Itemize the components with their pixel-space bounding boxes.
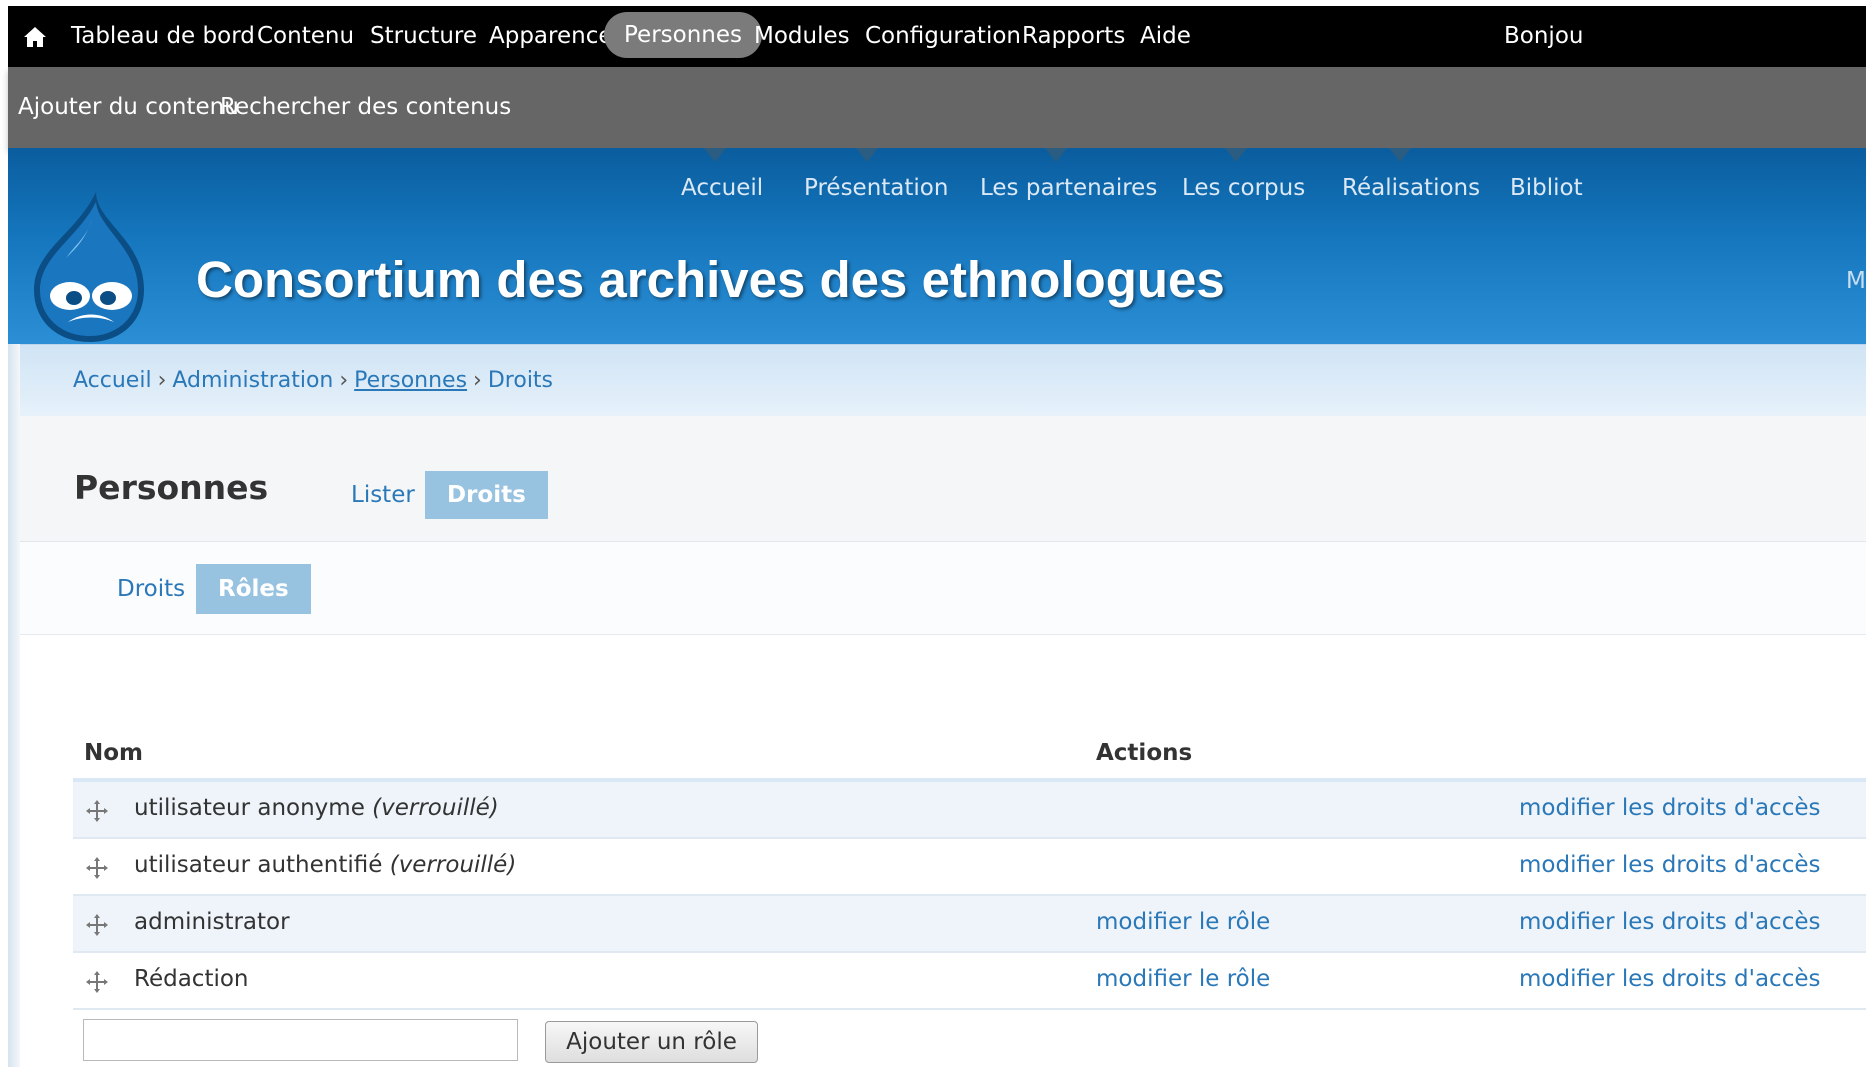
breadcrumb-separator: › xyxy=(473,368,482,393)
edit-permissions-link[interactable]: modifier les droits d'accès xyxy=(1519,795,1820,821)
toolbar-item-tableau-de-bord[interactable]: Tableau de bord xyxy=(71,6,255,67)
shortcuts-bar: Ajouter du contenu Rechercher des conten… xyxy=(8,67,1866,148)
role-name: administrator xyxy=(134,909,290,935)
subtab-roles[interactable]: Rôles xyxy=(196,564,311,614)
breadcrumb: Accueil › Administration › Personnes › Droits xyxy=(20,344,1866,416)
breadcrumb-personnes[interactable]: Personnes xyxy=(354,368,467,393)
main-nav-partenaires[interactable]: Les partenaires xyxy=(980,170,1157,206)
home-icon-glyph xyxy=(24,27,46,47)
toolbar-item-aide[interactable]: Aide xyxy=(1140,6,1191,67)
drag-handle-icon[interactable] xyxy=(85,856,109,880)
role-name-text: utilisateur anonyme xyxy=(134,795,365,821)
breadcrumb-separator: › xyxy=(157,368,167,393)
breadcrumb-separator: › xyxy=(339,368,349,393)
breadcrumb-home[interactable]: Accueil xyxy=(73,368,152,393)
tab-lister[interactable]: Lister xyxy=(329,471,437,519)
breadcrumb-administration[interactable]: Administration xyxy=(172,368,333,393)
edit-permissions-link[interactable]: modifier les droits d'accès xyxy=(1519,852,1820,878)
add-role-row: Ajouter un rôle xyxy=(73,1010,1866,1067)
shortcut-search-content[interactable]: Rechercher des contenus xyxy=(220,67,511,147)
page-title: Personnes xyxy=(74,468,269,507)
toolbar-item-personnes[interactable]: Personnes xyxy=(604,12,762,58)
main-nav-bibliotheque[interactable]: Bibliot xyxy=(1510,170,1583,206)
header-edge-text: M xyxy=(1846,268,1866,294)
user-greeting[interactable]: Bonjou xyxy=(1504,6,1583,67)
drag-handle-icon[interactable] xyxy=(85,913,109,937)
add-role-button[interactable]: Ajouter un rôle xyxy=(545,1021,758,1063)
toolbar-item-configuration[interactable]: Configuration xyxy=(865,6,1021,67)
main-nav-realisations[interactable]: Réalisations xyxy=(1342,170,1480,206)
table-row: administrator modifier le rôle modifier … xyxy=(73,896,1866,953)
nav-notch xyxy=(1045,148,1067,162)
toolbar-item-contenu[interactable]: Contenu xyxy=(257,6,354,67)
subtab-droits[interactable]: Droits xyxy=(95,564,207,614)
table-row: utilisateur authentifié (verrouillé) mod… xyxy=(73,839,1866,896)
shortcut-add-content[interactable]: Ajouter du contenu xyxy=(18,67,239,147)
secondary-tabs-area: Droits Rôles xyxy=(20,542,1866,635)
tab-droits[interactable]: Droits xyxy=(425,471,548,519)
main-nav-presentation[interactable]: Présentation xyxy=(804,170,948,206)
column-header-nom: Nom xyxy=(84,740,144,766)
breadcrumb-droits[interactable]: Droits xyxy=(488,368,553,393)
role-name-text: utilisateur authentifié xyxy=(134,852,383,878)
toolbar-item-modules[interactable]: Modules xyxy=(754,6,850,67)
role-name: utilisateur anonyme (verrouillé) xyxy=(134,795,499,821)
role-locked-note: (verrouillé) xyxy=(372,795,499,821)
role-name: utilisateur authentifié (verrouillé) xyxy=(134,852,516,878)
drag-handle-icon[interactable] xyxy=(85,970,109,994)
roles-table: Nom Actions utilisateur anonyme (verroui… xyxy=(73,728,1866,1067)
nav-notch xyxy=(704,148,726,162)
new-role-name-input[interactable] xyxy=(83,1019,518,1061)
nav-notch xyxy=(1389,148,1411,162)
edit-permissions-link[interactable]: modifier les droits d'accès xyxy=(1519,966,1820,992)
admin-toolbar: Tableau de bord Contenu Structure Appare… xyxy=(8,6,1866,67)
nav-notch xyxy=(856,148,878,162)
role-name: Rédaction xyxy=(134,966,249,992)
edit-permissions-link[interactable]: modifier les droits d'accès xyxy=(1519,909,1820,935)
page-left-border xyxy=(8,344,20,1067)
site-header: Accueil Présentation Les partenaires Les… xyxy=(8,148,1866,344)
drupal-logo[interactable] xyxy=(26,188,156,342)
toolbar-item-apparence[interactable]: Apparence xyxy=(489,6,613,67)
primary-tabs-area: Personnes Lister Droits xyxy=(20,416,1866,542)
main-nav-accueil[interactable]: Accueil xyxy=(681,170,763,206)
table-row: utilisateur anonyme (verrouillé) modifie… xyxy=(73,782,1866,839)
toolbar-item-structure[interactable]: Structure xyxy=(370,6,477,67)
nav-notch xyxy=(1225,148,1247,162)
site-name[interactable]: Consortium des archives des ethnologues xyxy=(196,248,1225,312)
toolbar-item-rapports[interactable]: Rapports xyxy=(1022,6,1125,67)
main-nav-corpus[interactable]: Les corpus xyxy=(1182,170,1305,206)
role-locked-note: (verrouillé) xyxy=(389,852,517,878)
edit-role-link[interactable]: modifier le rôle xyxy=(1096,909,1270,935)
drag-handle-icon[interactable] xyxy=(85,799,109,823)
column-header-actions: Actions xyxy=(1096,740,1193,766)
home-icon[interactable] xyxy=(20,22,50,52)
table-header-row: Nom Actions xyxy=(73,728,1866,782)
edit-role-link[interactable]: modifier le rôle xyxy=(1096,966,1270,992)
table-row: Rédaction modifier le rôle modifier les … xyxy=(73,953,1866,1010)
